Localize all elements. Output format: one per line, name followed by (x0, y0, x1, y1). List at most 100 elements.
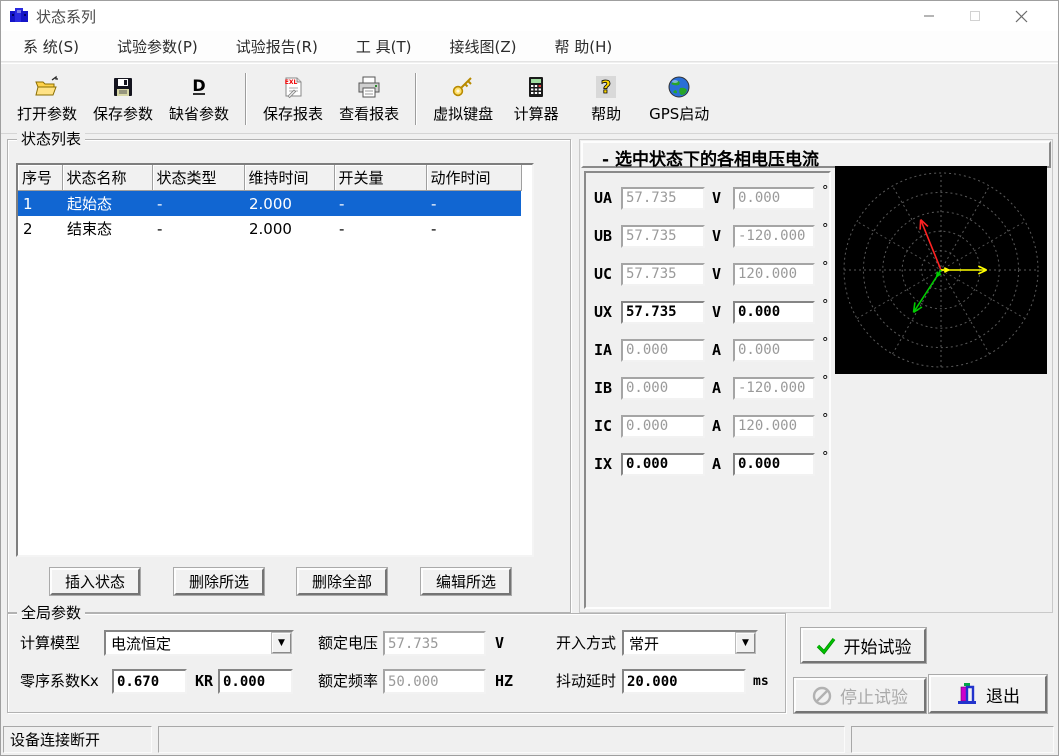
calc-model-label: 计算模型 (20, 630, 80, 656)
menu-test-params[interactable]: 试验参数(P) (105, 31, 210, 62)
phase-row-ux: UX V ° (594, 300, 829, 324)
open-folder-icon (34, 73, 60, 101)
delete-selected-button[interactable]: 删除所选 (174, 568, 264, 595)
ua-angle-field (733, 187, 815, 210)
phase-label: UA (594, 189, 621, 207)
toolbar: 打开参数 保存参数 D 缺省参数 EXL 保存报表 查看报表 (1, 63, 1058, 134)
cell: - (426, 216, 521, 241)
col-header-switch: 开关量 (334, 165, 426, 191)
gps-start-button[interactable]: GPS启动 (641, 70, 717, 127)
input-mode-combobox[interactable]: 常开 ▼ (622, 630, 758, 656)
maximize-icon (969, 10, 981, 22)
degree-symbol: ° (822, 414, 829, 426)
unit-label: A (712, 417, 726, 435)
ib-angle-field (733, 377, 815, 400)
svg-text:D: D (192, 76, 205, 95)
input-mode-label: 开入方式 (556, 630, 616, 656)
ub-value-field (621, 225, 705, 248)
menu-system[interactable]: 系 统(S) (11, 31, 91, 62)
ua-value-field (621, 187, 705, 210)
window-title: 状态系列 (36, 6, 96, 27)
status-panel-right (851, 726, 1054, 753)
maximize-button (952, 1, 998, 31)
phase-row-ic: IC A ° (594, 414, 829, 438)
delete-all-button[interactable]: 删除全部 (297, 568, 387, 595)
phase-label: IB (594, 379, 621, 397)
global-params-groupbox: 全局参数 计算模型 电流恒定 ▼ 额定电压 V 开入方式 常开 ▼ 零序系数Kx… (7, 613, 786, 713)
default-params-icon: D (187, 73, 211, 101)
cell: 2.000 (244, 191, 334, 217)
col-header-state-name: 状态名称 (62, 165, 152, 191)
cell: - (152, 191, 244, 217)
degree-symbol: ° (822, 338, 829, 350)
help-button[interactable]: ? 帮助 (571, 70, 641, 127)
save-report-button[interactable]: EXL 保存报表 (255, 70, 331, 127)
calc-model-combobox[interactable]: 电流恒定 ▼ (104, 630, 294, 656)
cell: 1 (18, 191, 62, 217)
table-row[interactable]: 2 结束态 - 2.000 - - (18, 216, 521, 241)
calculator-icon (525, 73, 547, 101)
help-icon: ? (594, 73, 618, 101)
exit-label: 退出 (986, 682, 1020, 707)
virtual-keyboard-button[interactable]: 虚拟键盘 (425, 70, 501, 127)
phase-row-ub: UB V ° (594, 224, 829, 248)
cell: - (334, 216, 426, 241)
state-table-area: 序号 状态名称 状态类型 维持时间 开关量 动作时间 1 起始态 - (16, 163, 534, 557)
ux-angle-field[interactable] (733, 301, 815, 324)
toolbar-separator (415, 73, 417, 125)
col-header-state-type: 状态类型 (152, 165, 244, 191)
ix-angle-field[interactable] (733, 453, 815, 476)
rated-freq-field (383, 669, 486, 694)
start-test-button[interactable]: 开始试验 (801, 628, 926, 663)
col-header-hold-time: 维持时间 (244, 165, 334, 191)
unit-label: V (712, 189, 726, 207)
calculator-button[interactable]: 计算器 (501, 70, 571, 127)
menu-wiring-diagram[interactable]: 接线图(Z) (438, 31, 529, 62)
rated-freq-unit: HZ (495, 668, 513, 694)
zero-seq-kx-label: 零序系数Kx (20, 668, 99, 694)
ib-value-field (621, 377, 705, 400)
menu-test-report[interactable]: 试验报告(R) (224, 31, 330, 62)
status-bar: 设备连接断开 (1, 723, 1059, 756)
ix-value-field[interactable] (621, 453, 705, 476)
uc-angle-field (733, 263, 815, 286)
minimize-button[interactable] (906, 1, 952, 31)
save-floppy-icon (111, 73, 135, 101)
exit-door-icon (956, 682, 978, 706)
kr-field[interactable] (218, 669, 293, 694)
table-row[interactable]: 1 起始态 - 2.000 - - (18, 191, 521, 217)
open-params-button[interactable]: 打开参数 (9, 70, 85, 127)
save-params-button[interactable]: 保存参数 (85, 70, 161, 127)
default-params-button[interactable]: D 缺省参数 (161, 70, 237, 127)
rated-freq-label: 额定频率 (318, 668, 378, 694)
chevron-down-icon: ▼ (736, 633, 755, 653)
cell: 结束态 (62, 216, 152, 241)
exit-button[interactable]: 退出 (929, 675, 1047, 713)
unit-label: A (712, 379, 726, 397)
phase-label: UX (594, 303, 621, 321)
ub-angle-field (733, 225, 815, 248)
col-header-action-time: 动作时间 (426, 165, 521, 191)
ia-value-field (621, 339, 705, 362)
rated-voltage-field (383, 631, 486, 656)
menu-tools[interactable]: 工 具(T) (344, 31, 424, 62)
client-area: 状态列表 序号 状态名称 状态类型 维持时间 开关量 动作时间 (1, 134, 1059, 723)
degree-symbol: ° (822, 224, 829, 236)
view-report-button[interactable]: 查看报表 (331, 70, 407, 127)
print-report-icon (356, 73, 382, 101)
state-table-header-row: 序号 状态名称 状态类型 维持时间 开关量 动作时间 (18, 165, 521, 191)
insert-state-button[interactable]: 插入状态 (50, 568, 140, 595)
ux-value-field[interactable] (621, 301, 705, 324)
phase-label: IX (594, 455, 621, 473)
kx-field[interactable] (112, 669, 187, 694)
phasor-canvas (835, 166, 1047, 374)
rated-voltage-unit: V (495, 630, 504, 656)
cell: 2.000 (244, 216, 334, 241)
close-button[interactable] (998, 1, 1044, 31)
debounce-field[interactable] (622, 669, 746, 694)
edit-selected-button[interactable]: 编辑所选 (421, 568, 511, 595)
phase-fields-panel: UA V ° UB V ° UC V (584, 171, 831, 609)
menu-help[interactable]: 帮 助(H) (543, 31, 625, 62)
state-list-title: 状态列表 (17, 130, 85, 148)
stop-test-label: 停止试验 (840, 683, 908, 708)
